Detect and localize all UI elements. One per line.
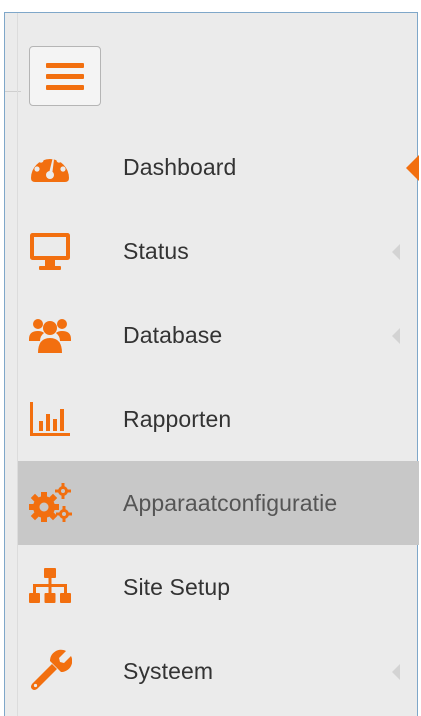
- wrench-icon: [28, 649, 73, 693]
- chevron-left-icon: [392, 664, 400, 680]
- active-indicator-icon: [406, 155, 419, 181]
- sidebar-item-label: Site Setup: [123, 574, 231, 600]
- monitor-icon: [28, 229, 72, 273]
- sidebar-item-status[interactable]: Status: [18, 209, 419, 293]
- sidebar-item-rapporten[interactable]: Rapporten: [18, 377, 419, 461]
- sidebar-item-dashboard[interactable]: Dashboard: [18, 125, 419, 209]
- sidebar-item-label: Systeem: [123, 658, 214, 684]
- sidebar-item-label: Database: [123, 322, 223, 348]
- chevron-left-icon: [392, 328, 400, 344]
- sidebar-panel: Dashboard Status Database Rapporten Appa…: [4, 12, 419, 716]
- bar-chart-icon: [28, 397, 72, 441]
- sidebar-menu: Dashboard Status Database Rapporten Appa…: [18, 125, 419, 713]
- users-icon: [28, 313, 72, 357]
- sidebar-item-apparaatconfiguratie[interactable]: Apparaatconfiguratie: [18, 461, 419, 545]
- header-divider: [5, 91, 21, 92]
- sidebar-item-systeem[interactable]: Systeem: [18, 629, 419, 713]
- chevron-left-icon: [392, 244, 400, 260]
- sidebar-item-label: Apparaatconfiguratie: [123, 490, 338, 516]
- dashboard-icon: [28, 145, 72, 189]
- sidebar-item-site-setup[interactable]: Site Setup: [18, 545, 419, 629]
- gears-icon: [28, 481, 72, 525]
- sidebar-item-database[interactable]: Database: [18, 293, 419, 377]
- sidebar-item-label: Status: [123, 238, 189, 264]
- sidebar-item-label: Dashboard: [123, 154, 237, 180]
- sidebar-item-label: Rapporten: [123, 406, 232, 432]
- menu-toggle-button[interactable]: [29, 46, 101, 106]
- sitemap-icon: [28, 565, 72, 609]
